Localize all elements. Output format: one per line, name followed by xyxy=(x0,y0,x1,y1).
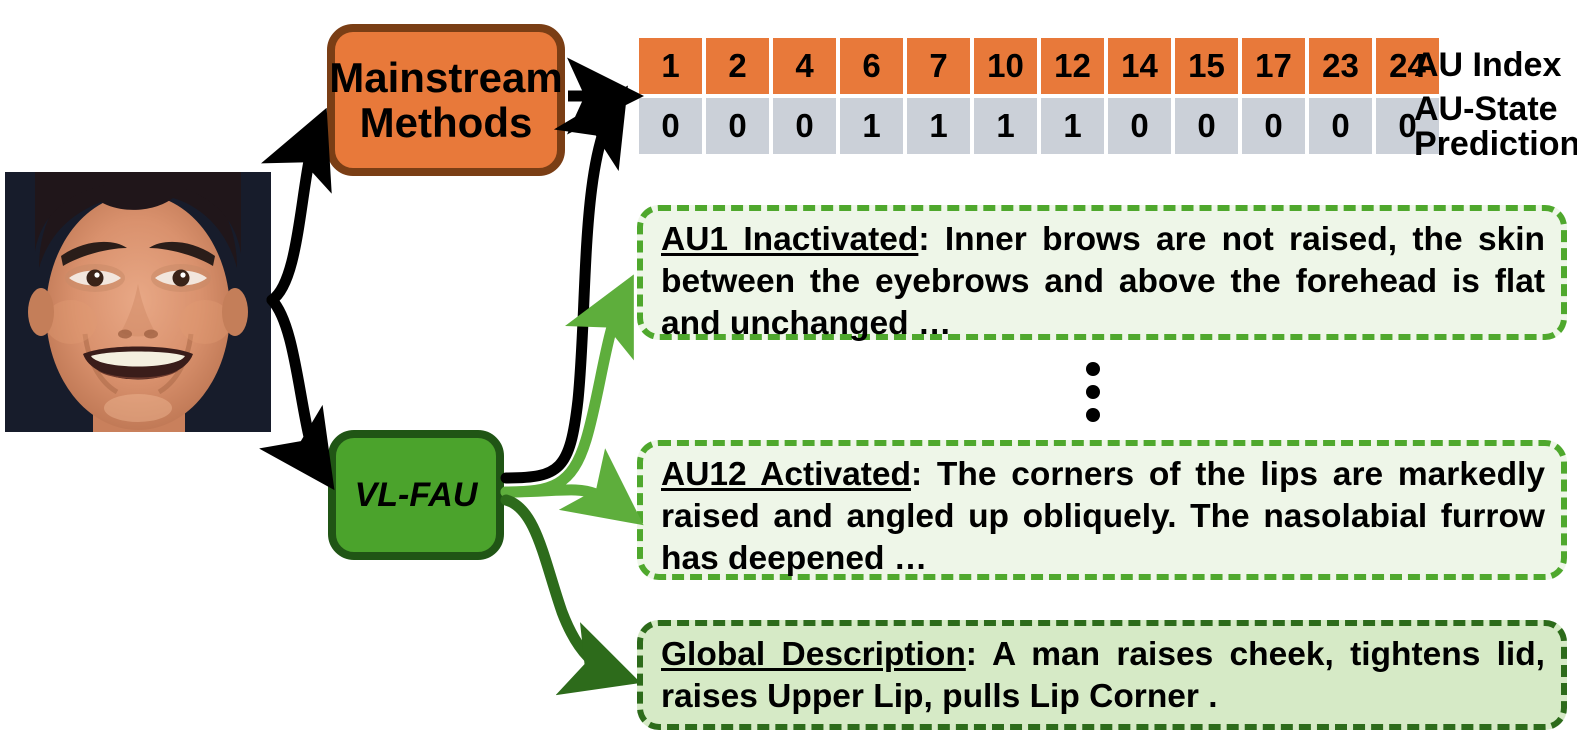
global-description-box: Global Description: A man raises cheek, … xyxy=(637,620,1567,730)
au-index-cell: 10 xyxy=(974,38,1037,94)
au-state-cell: 0 xyxy=(1309,98,1372,154)
au-index-cell: 14 xyxy=(1108,38,1171,94)
ellipsis-dot xyxy=(1086,385,1100,399)
arrow-face-to-mainstream xyxy=(260,107,332,306)
au-state-prediction-label: AU-State Prediction xyxy=(1414,90,1577,164)
au12-description-separator: : xyxy=(910,456,937,493)
mainstream-methods-box[interactable]: Mainstream Methods xyxy=(327,24,565,176)
au-state-cell: 1 xyxy=(974,98,1037,154)
global-description-lead: Global Description xyxy=(661,636,966,673)
au1-description-box: AU1 Inactivated: Inner brows are not rai… xyxy=(637,205,1567,342)
au-state-cell: 1 xyxy=(907,98,970,154)
au-prediction-table: 1 2 4 6 7 10 12 14 15 17 23 24 000111100000 xyxy=(639,38,1439,154)
input-face-image xyxy=(5,172,271,432)
au-state-label-line2: Prediction xyxy=(1414,125,1577,164)
au-state-cell: 0 xyxy=(706,98,769,154)
mainstream-methods-label-line1: Mainstream xyxy=(329,53,563,101)
arrow-vlfau-to-au12-desc xyxy=(500,448,644,526)
face-photo-graphic xyxy=(5,172,271,432)
vertical-ellipsis-icon xyxy=(1086,362,1100,422)
au-state-cell: 1 xyxy=(1041,98,1104,154)
au-index-cell: 7 xyxy=(907,38,970,94)
au1-description-separator: : xyxy=(918,221,945,258)
au-index-cell: 1 xyxy=(639,38,702,94)
au-index-cell: 6 xyxy=(840,38,903,94)
au-index-cell: 17 xyxy=(1242,38,1305,94)
au-index-cell: 15 xyxy=(1175,38,1238,94)
au-index-row: 1 2 4 6 7 10 12 14 15 17 23 24 xyxy=(639,38,1439,94)
mainstream-methods-label: Mainstream Methods xyxy=(329,53,563,146)
au-index-cell: 2 xyxy=(706,38,769,94)
au-state-label-line1: AU-State xyxy=(1414,90,1558,128)
au-state-cell: 0 xyxy=(1242,98,1305,154)
au-index-label: AU Index xyxy=(1414,46,1562,84)
mainstream-methods-label-line2: Methods xyxy=(359,99,533,146)
au12-description-lead: AU12 Activated xyxy=(661,456,911,493)
ellipsis-dot xyxy=(1086,408,1100,422)
au-state-cell: 1 xyxy=(840,98,903,154)
au-state-row: 000111100000 xyxy=(639,98,1439,154)
au-state-cell: 0 xyxy=(1175,98,1238,154)
au-index-cell: 4 xyxy=(773,38,836,94)
vl-fau-box[interactable]: VL-FAU xyxy=(328,430,504,560)
au12-description-box: AU12 Activated: The corners of the lips … xyxy=(637,440,1567,580)
au-index-cell: 23 xyxy=(1309,38,1372,94)
global-description-separator: : xyxy=(965,636,992,673)
arrow-vlfau-to-global-desc xyxy=(500,494,641,696)
au-state-cell: 0 xyxy=(773,98,836,154)
ellipsis-dot xyxy=(1086,362,1100,376)
arrow-vlfau-to-au1-desc xyxy=(500,274,634,498)
arrow-face-to-vlfau xyxy=(259,294,335,491)
au-index-cell: 12 xyxy=(1041,38,1104,94)
au-state-cell: 0 xyxy=(1108,98,1171,154)
vl-fau-label: VL-FAU xyxy=(354,475,478,514)
au1-description-lead: AU1 Inactivated xyxy=(661,221,919,258)
au-state-cell: 0 xyxy=(639,98,702,154)
